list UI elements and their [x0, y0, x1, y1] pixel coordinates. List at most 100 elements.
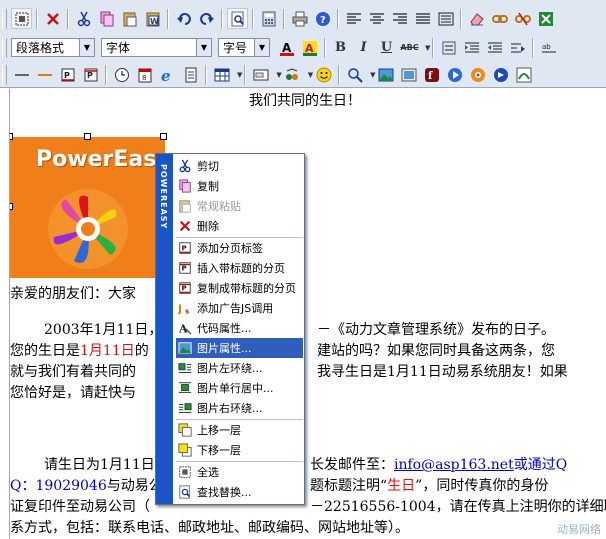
insert-quicktime-button[interactable] [491, 64, 512, 85]
insert-webpage-button[interactable]: e [157, 64, 178, 85]
paragraph-3-line: 系方式，包括：联系电话、邮政地址、邮政编码、网站地址等）。 [10, 520, 409, 536]
insert-file-button[interactable] [180, 64, 201, 85]
font-family-select[interactable]: 字体 ▼ [101, 38, 212, 57]
menu-item-copy[interactable]: 复制 [176, 176, 303, 196]
form-button[interactable] [250, 64, 271, 85]
page-break-button[interactable]: P [57, 64, 78, 85]
special-format-button[interactable]: ab [538, 37, 559, 58]
insert-wmv-button[interactable] [468, 64, 489, 85]
preview-button[interactable] [227, 8, 248, 29]
align-left-button[interactable] [343, 8, 364, 29]
insert-wordart-button[interactable] [514, 64, 535, 85]
find-button[interactable] [344, 64, 365, 85]
redo-button[interactable] [196, 8, 217, 29]
calculator-button[interactable] [258, 8, 279, 29]
link-button[interactable] [489, 8, 510, 29]
menu-item-layer-down[interactable]: 下移一层 [176, 440, 303, 460]
toolbar-grip[interactable] [2, 37, 7, 58]
menu-item-insert-titled-page[interactable]: P 插入带标题的分页 [176, 258, 303, 278]
selected-image[interactable]: PowerEasy [10, 133, 167, 278]
context-menu-brand-strip: POWEREASY [156, 154, 173, 504]
outdent-icon [487, 42, 502, 52]
indent-button[interactable] [461, 37, 482, 58]
media-icon [401, 68, 417, 81]
table-icon [214, 68, 229, 81]
insert-date-button[interactable]: 8 [134, 64, 155, 85]
font-color-button[interactable]: A [276, 37, 297, 58]
menu-item-delete[interactable]: 删除 [176, 216, 303, 236]
paragraph-button[interactable] [507, 37, 528, 58]
chevron-down-icon[interactable]: ▼ [425, 44, 430, 52]
justify-button[interactable] [412, 8, 433, 29]
line-spacing-button[interactable] [438, 37, 459, 58]
strikethrough-button[interactable]: ABC [399, 37, 420, 58]
menu-item-center-line[interactable]: 图片单行居中... [176, 378, 303, 398]
resize-handle-nw[interactable] [10, 133, 13, 140]
menu-item-code-properties[interactable]: A 代码属性... [176, 318, 303, 338]
toolbar-grip[interactable] [2, 64, 7, 85]
insert-table-button[interactable] [211, 64, 232, 85]
svg-text:J: J [178, 303, 182, 315]
excel-icon [538, 11, 553, 26]
highlight-color-button[interactable]: A [299, 37, 320, 58]
resize-handle-w[interactable] [10, 203, 13, 210]
toolbar-row-3: P P 8 e ▼ ▼ ▼ ▼ f [2, 61, 537, 88]
excel-button[interactable] [535, 8, 556, 29]
menu-item-cut[interactable]: 剪切 [176, 156, 303, 176]
full-width-button[interactable] [435, 8, 456, 29]
orange-line-button[interactable] [34, 64, 55, 85]
menu-item-find-replace[interactable]: 查找替换... [176, 482, 303, 502]
paste-button[interactable] [119, 8, 140, 29]
cut-button[interactable] [73, 8, 94, 29]
help-button[interactable]: ? [312, 8, 333, 29]
page-break-icon: P [177, 240, 193, 256]
document-title: 我们共同的生日！ [249, 93, 361, 109]
insert-image-button[interactable] [376, 64, 397, 85]
cut-icon [77, 11, 90, 26]
insert-time-button[interactable] [111, 64, 132, 85]
source-view-button[interactable] [11, 8, 32, 29]
menu-item-wrap-left[interactable]: 图片左环绕... [176, 358, 303, 378]
chevron-down-icon[interactable]: ▼ [237, 71, 242, 79]
menu-item-copy-titled-page[interactable]: P 复制成带标题的分页 [176, 278, 303, 298]
bold-button[interactable]: B [330, 37, 351, 58]
toolbar-grip[interactable] [2, 8, 7, 29]
toolbar-separator [36, 8, 38, 29]
undo-button[interactable] [173, 8, 194, 29]
emoticon-button[interactable] [313, 64, 334, 85]
italic-button[interactable]: I [353, 37, 374, 58]
resize-handle-ne[interactable] [160, 133, 167, 140]
paragraph-format-select[interactable]: 段落格式 ▼ [11, 38, 95, 57]
font-size-select[interactable]: 字号 ▼ [218, 38, 270, 57]
insert-realplayer-button[interactable] [445, 64, 466, 85]
insert-media-button[interactable] [399, 64, 420, 85]
menu-item-wrap-right[interactable]: 图片右环绕... [176, 398, 303, 418]
insert-flash-button[interactable]: f [422, 64, 443, 85]
align-right-button[interactable] [389, 8, 410, 29]
editor-content-area[interactable]: 我们共同的生日！ PowerEasy 亲爱的朋友们：大家 2003年1月11日，… [9, 89, 606, 539]
underline-button[interactable]: U [376, 37, 397, 58]
print-button[interactable] [289, 8, 310, 29]
poweresy-logo-image[interactable]: PowerEasy [10, 137, 165, 278]
outdent-button[interactable] [484, 37, 505, 58]
menu-item-layer-up[interactable]: 上移一层 [176, 420, 303, 440]
email-link[interactable]: info@asp163.net [394, 457, 514, 473]
eraser-button[interactable] [466, 8, 487, 29]
menu-item-select-all[interactable]: 全选 [176, 462, 303, 482]
center-line-icon [177, 380, 193, 396]
unlink-icon [514, 12, 531, 25]
special-chars-button[interactable] [282, 64, 303, 85]
menu-item-add-page-tag[interactable]: P 添加分页标签 [176, 238, 303, 258]
paste-word-button[interactable]: W [142, 8, 163, 29]
resize-handle-n[interactable] [84, 133, 91, 140]
toolbar-row-1: W ? [2, 5, 558, 32]
menu-item-image-properties[interactable]: 图片属性... [176, 338, 303, 358]
align-center-button[interactable] [366, 8, 387, 29]
unlink-button[interactable] [512, 8, 533, 29]
titled-page-button[interactable]: P [80, 64, 101, 85]
delete-button[interactable] [42, 8, 63, 29]
horizontal-line-button[interactable] [11, 64, 32, 85]
svg-text:A: A [282, 41, 292, 55]
copy-button[interactable] [96, 8, 117, 29]
menu-item-add-ad-js[interactable]: Js 添加广告JS调用 [176, 298, 303, 318]
